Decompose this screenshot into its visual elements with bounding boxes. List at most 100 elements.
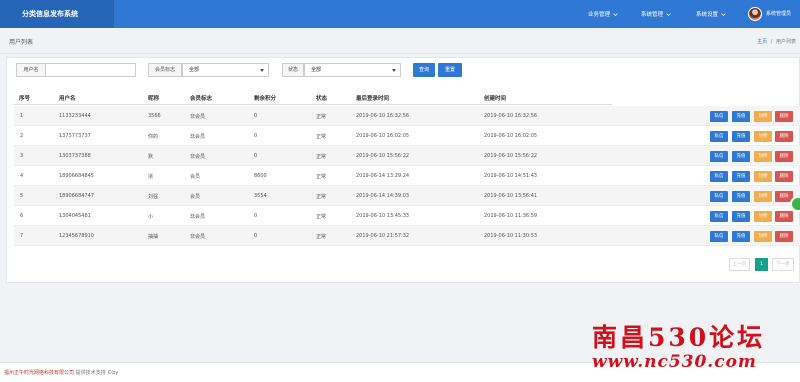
cell-created: 2019-06-10 13:56:41 [484,193,538,199]
footer-company-link[interactable]: 福州正午时光网络科技有限公司 [4,370,74,376]
nav-settings-menu[interactable]: 系统设置 [696,10,726,18]
ban-button[interactable]: 封停 [754,151,772,162]
cell-status: 正常 [316,114,327,120]
cell-status: 正常 [316,154,327,160]
recharge-button[interactable]: 充值 [732,191,750,202]
nav-system-menu[interactable]: 系统管理 [641,10,671,18]
table-row: 1 1133233444 3566 非会员 0 正常 2019-06-10 16:32:56… [14,106,800,126]
delete-button[interactable]: 删除 [775,151,793,162]
username-filter-label: 用户名 [16,63,46,77]
cell-no: 6 [20,213,24,219]
cell-status: 正常 [316,134,327,140]
recharge-button[interactable]: 充值 [732,171,750,182]
recharge-button[interactable]: 充值 [732,111,750,122]
cell-username: 1303737388 [59,153,91,159]
table-row: 7 12345678910 抽抽 非会员 0 正常 2019-06-10 21:57:32 2… [14,226,800,246]
member-filter-select[interactable]: 全部 [182,63,269,77]
message-button[interactable]: 私信 [710,131,728,142]
cell-member: 会员 [190,174,201,180]
cell-created: 2019-06-10 16:02:05 [484,133,538,139]
cell-last-login: 2019-06-10 13:45:33 [356,213,410,219]
cell-member: 非会员 [190,214,206,220]
delete-button[interactable]: 删除 [775,131,793,142]
user-avatar[interactable] [748,7,762,21]
pagination-next-button[interactable]: 下一页 [772,258,794,271]
cell-member: 非会员 [190,134,206,140]
delete-button[interactable]: 删除 [775,231,793,242]
footer-support-text: 提供技术支持 ©by [74,370,119,376]
cell-created: 2019-06-10 16:32:56 [484,113,538,119]
column-header-username: 用户名 [59,96,76,102]
table-row: 6 1304045481 小 非会员 0 正常 2019-06-10 13:45:33 201… [14,206,800,226]
watermark-title: 南昌530论坛 [592,323,766,352]
cell-status: 正常 [316,214,327,220]
table-row: 3 1303737388 默 非会员 0 正常 2019-06-10 15:56:22 201… [14,146,800,166]
cell-status: 正常 [316,194,327,200]
top-navbar: 分类信息发布系统 业务管理 系统管理 系统设置 系统管理员 [0,0,800,28]
floating-chat-icon[interactable] [790,196,800,212]
recharge-button[interactable]: 充值 [732,231,750,242]
cell-last-login: 2019-06-10 15:56:22 [356,153,410,159]
user-name[interactable]: 系统管理员 [766,10,791,17]
status-filter-select[interactable]: 全部 [304,63,401,77]
message-button[interactable]: 私信 [710,151,728,162]
recharge-button[interactable]: 充值 [732,211,750,222]
recharge-button[interactable]: 充值 [732,131,750,142]
cell-username: 1373773737 [59,133,91,139]
cell-created: 2019-06-10 11:30:53 [484,233,538,239]
column-header-status: 状态 [316,96,328,102]
ban-button[interactable]: 封停 [754,171,772,182]
nav-business-menu[interactable]: 业务管理 [588,10,618,18]
message-button[interactable]: 私信 [710,211,728,222]
cell-status: 正常 [316,234,327,240]
ban-button[interactable]: 封停 [754,131,772,142]
cell-points: 0 [254,233,258,239]
cell-no: 5 [20,193,24,199]
cell-nickname: 抽抽 [148,234,159,240]
cell-no: 1 [20,113,24,119]
pagination-page-1[interactable]: 1 [755,258,768,271]
delete-button[interactable]: 删除 [775,211,793,222]
message-button[interactable]: 私信 [710,111,728,122]
ban-button[interactable]: 封停 [754,111,772,122]
cell-no: 2 [20,133,24,139]
reset-button[interactable]: 重置 [438,63,462,77]
ban-button[interactable]: 封停 [754,231,772,242]
query-button[interactable]: 查询 [413,63,435,77]
column-header-last-login: 最后登录时间 [356,96,390,102]
footer-text: 福州正午时光网络科技有限公司 提供技术支持 ©by [4,369,118,376]
breadcrumb: 主页 / 用户列表 [757,38,796,45]
cell-nickname: 刘强 [148,194,159,200]
page-header: 用户列表 主页 / 用户列表 [0,28,800,54]
cell-member: 非会员 [190,154,206,160]
caret-down-icon [392,69,396,72]
cell-member: 非会员 [190,234,206,240]
app-title[interactable]: 分类信息发布系统 [0,0,114,28]
page-title: 用户列表 [9,39,34,46]
recharge-button[interactable]: 充值 [732,151,750,162]
cell-created: 2019-06-10 11:36:59 [484,213,538,219]
cell-created: 2019-06-10 15:56:22 [484,153,538,159]
message-button[interactable]: 私信 [710,191,728,202]
cell-nickname: 小 [148,214,154,220]
cell-points: 8600 [254,173,267,179]
ban-button[interactable]: 封停 [754,211,772,222]
cell-username: 18906684747 [59,193,94,199]
ban-button[interactable]: 封停 [754,191,772,202]
cell-points: 0 [254,113,258,119]
cell-nickname: 默 [148,154,154,160]
column-header-nickname: 昵称 [148,96,160,102]
cell-points: 0 [254,213,258,219]
breadcrumb-home-link[interactable]: 主页 [757,39,767,45]
username-filter-input[interactable] [45,63,136,77]
delete-button[interactable]: 删除 [775,171,793,182]
breadcrumb-current: 用户列表 [775,39,796,45]
cell-last-login: 2019-06-14 13:29:24 [356,173,410,179]
cell-points: 0 [254,133,258,139]
column-header-created: 创建时间 [484,96,507,102]
message-button[interactable]: 私信 [710,171,728,182]
pagination-prev-button[interactable]: 上一页 [729,258,750,271]
message-button[interactable]: 私信 [710,231,728,242]
cell-no: 3 [20,153,24,159]
delete-button[interactable]: 删除 [775,111,793,122]
